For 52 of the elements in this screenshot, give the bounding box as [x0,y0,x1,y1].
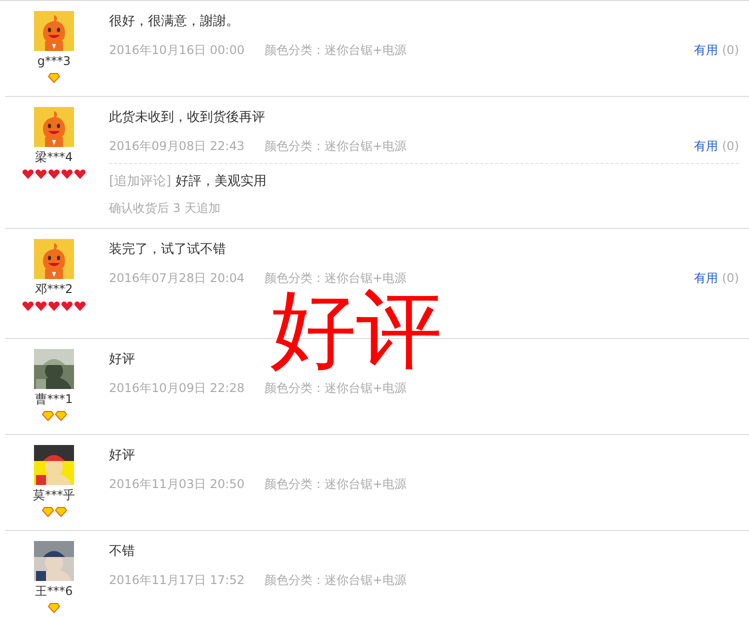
user-name: 邓***2 [35,281,73,297]
product-variant: 颜色分类：迷你台锯+电源 [264,42,407,58]
diamond-icon [48,603,60,613]
heart-icon [61,169,73,179]
useful-count: (0) [722,138,739,154]
review-text: 此货未收到，收到货後再评 [109,109,266,127]
heart-icon [74,169,86,179]
mascot-avatar [34,107,74,147]
review-date: 2016年07月28日 20:04 [109,270,244,286]
mascot-avatar [34,239,74,279]
heart-icon [35,169,47,179]
review-date: 2016年10月09日 22:28 [109,380,244,396]
user-name: 王***6 [35,583,73,599]
product-variant: 颜色分类：迷你台锯+电源 [264,476,407,492]
diamond-icon [54,411,66,421]
user-name: 曹***1 [35,391,73,407]
heart-icon [48,169,60,179]
useful-count: (0) [722,270,739,286]
review-date: 2016年09月08日 22:43 [109,138,244,154]
user-name: g***3 [37,53,71,69]
review-date: 2016年10月16日 00:00 [109,42,244,58]
product-variant: 颜色分类：迷你台锯+电源 [264,572,407,588]
diamond-icon [48,73,60,83]
stamp-text: 好评 [270,287,442,373]
product-variant: 颜色分类：迷你台锯+电源 [264,270,407,286]
heart-icon [48,301,60,311]
review-text: 好评 [109,351,136,369]
diamond-icon [42,411,54,421]
review-text: 好评 [109,447,136,465]
diamond-icon [54,507,66,517]
useful-link[interactable]: 有用 [694,270,718,286]
product-variant: 颜色分类：迷你台锯+电源 [264,138,407,154]
review-date: 2016年11月03日 20:50 [109,476,244,492]
review-date: 2016年11月17日 17:52 [109,572,244,588]
heart-icon [35,301,47,311]
diamond-icon [42,507,54,517]
user-name: 莫***乎 [33,487,75,503]
review-text: 装完了，试了试不错 [109,241,227,259]
follow-up-text: [追加评论] 好評，美观实用 [109,173,268,191]
useful-count: (0) [722,42,739,58]
heart-icon [22,169,34,179]
useful-link[interactable]: 有用 [694,138,718,154]
review-text: 不错 [109,543,136,561]
heart-icon [61,301,73,311]
review-text: 很好，很满意，謝謝。 [109,13,240,31]
follow-up-note: 确认收货后 3 天追加 [109,200,222,216]
useful-link[interactable]: 有用 [694,42,718,58]
mascot-avatar [34,11,74,51]
heart-icon [22,301,34,311]
user-name: 梁***4 [35,149,73,165]
product-variant: 颜色分类：迷你台锯+电源 [264,380,407,396]
heart-icon [74,301,86,311]
